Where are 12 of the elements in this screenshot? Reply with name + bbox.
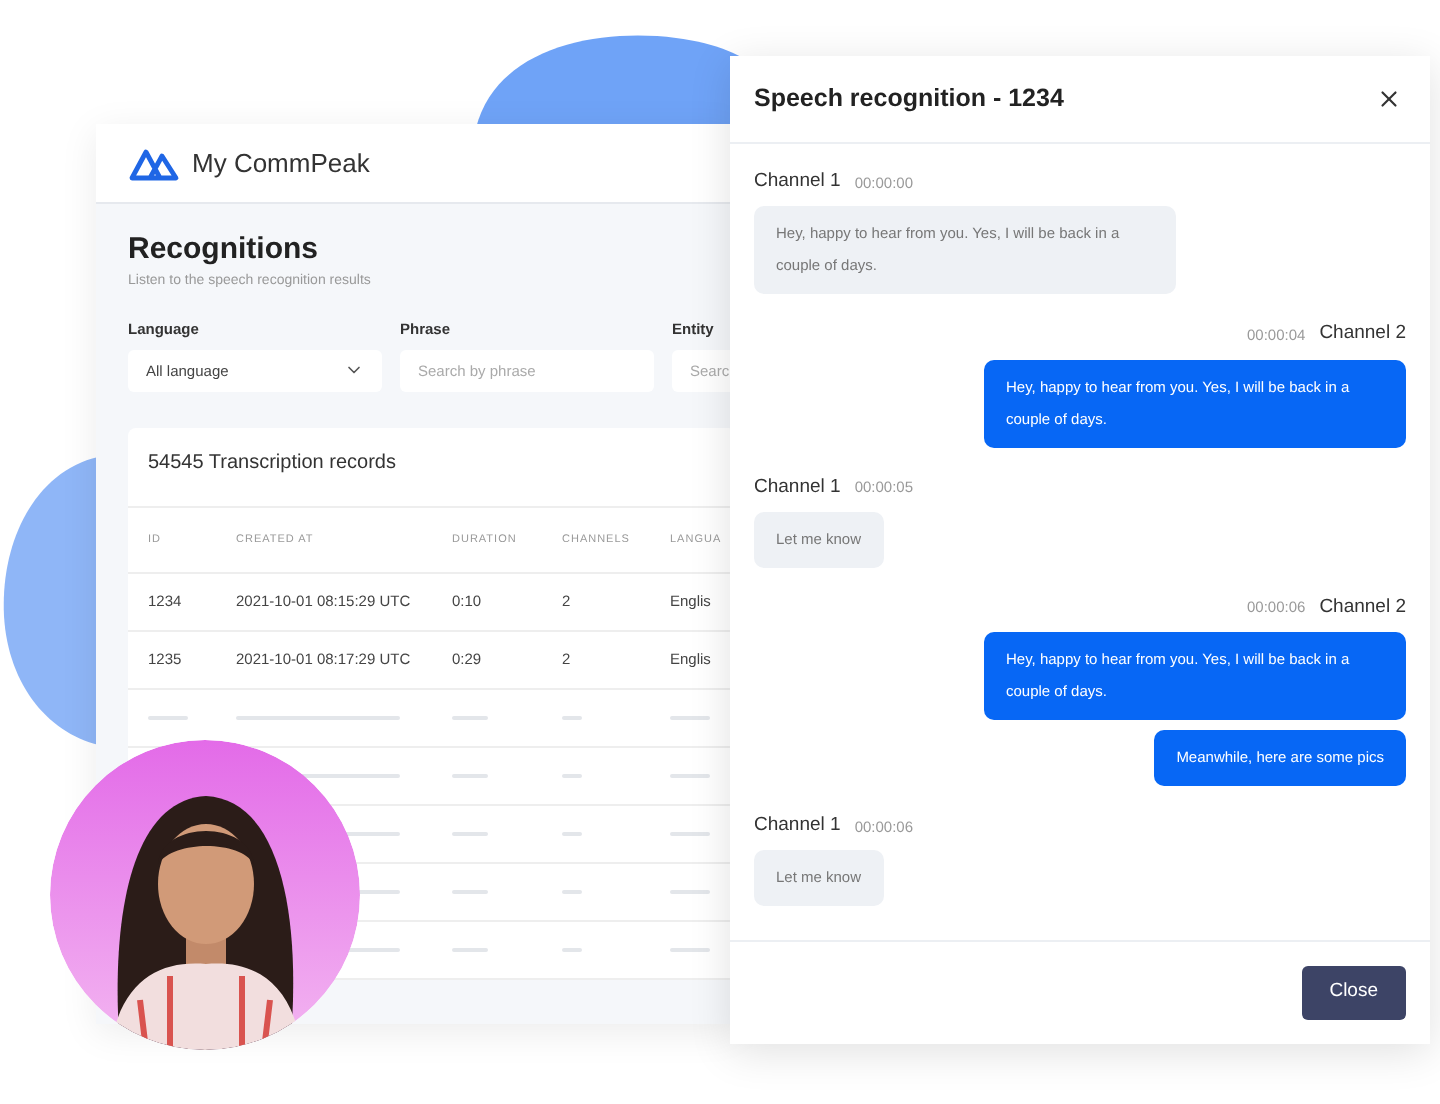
brand-name: My CommPeak — [192, 145, 370, 182]
channel-label: Channel 1 — [754, 812, 841, 840]
close-icon — [1376, 86, 1402, 112]
logo-icon — [128, 145, 180, 181]
channel-label: Channel 1 — [754, 473, 841, 501]
channel-label: Channel 1 — [754, 168, 841, 196]
close-dialog-button[interactable]: Close — [1301, 966, 1406, 1020]
channel-label: Channel 2 — [1319, 320, 1406, 349]
channel-label: Channel 2 — [1319, 593, 1406, 622]
page-title: Recognitions — [128, 232, 321, 268]
card-title: 54545 Transcription records — [146, 449, 398, 478]
dialog-title: Speech recognition - 1234 — [754, 82, 1064, 117]
